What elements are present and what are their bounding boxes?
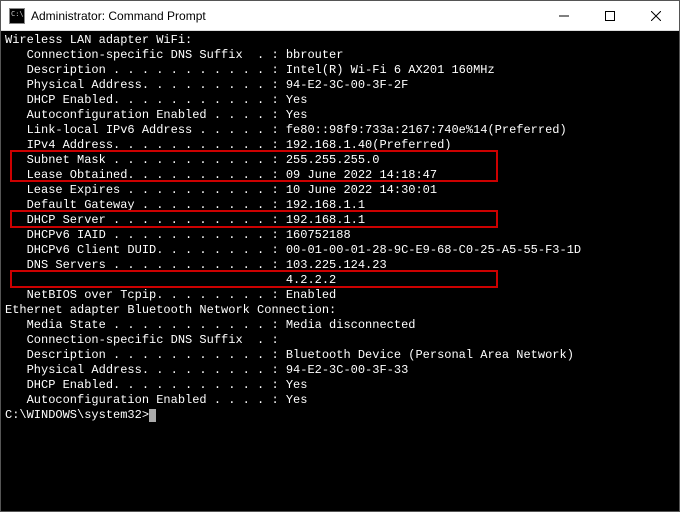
maximize-button[interactable] bbox=[587, 1, 633, 31]
terminal-line: DHCP Enabled. . . . . . . . . . . : Yes bbox=[5, 93, 675, 108]
terminal-line: Physical Address. . . . . . . . . : 94-E… bbox=[5, 363, 675, 378]
terminal-line: Link-local IPv6 Address . . . . . : fe80… bbox=[5, 123, 675, 138]
command-prompt-window: Administrator: Command Prompt Wireless L… bbox=[0, 0, 680, 512]
window-title: Administrator: Command Prompt bbox=[31, 9, 541, 23]
terminal-line: DHCPv6 IAID . . . . . . . . . . . : 1607… bbox=[5, 228, 675, 243]
terminal-line: Lease Obtained. . . . . . . . . . : 09 J… bbox=[5, 168, 675, 183]
terminal-line: IPv4 Address. . . . . . . . . . . : 192.… bbox=[5, 138, 675, 153]
cursor bbox=[149, 409, 156, 422]
terminal-output[interactable]: Wireless LAN adapter WiFi: Connection-sp… bbox=[1, 31, 679, 511]
minimize-button[interactable] bbox=[541, 1, 587, 31]
section-header: Ethernet adapter Bluetooth Network Conne… bbox=[5, 303, 675, 318]
terminal-line: Default Gateway . . . . . . . . . : 192.… bbox=[5, 198, 675, 213]
terminal-line: 4.2.2.2 bbox=[5, 273, 675, 288]
terminal-line: Autoconfiguration Enabled . . . . : Yes bbox=[5, 393, 675, 408]
prompt-text: C:\WINDOWS\system32> bbox=[5, 408, 149, 423]
terminal-line: Connection-specific DNS Suffix . : bbrou… bbox=[5, 48, 675, 63]
terminal-line: NetBIOS over Tcpip. . . . . . . . : Enab… bbox=[5, 288, 675, 303]
prompt-line[interactable]: C:\WINDOWS\system32> bbox=[5, 408, 675, 423]
section-header: Wireless LAN adapter WiFi: bbox=[5, 33, 675, 48]
terminal-line: DHCP Server . . . . . . . . . . . : 192.… bbox=[5, 213, 675, 228]
terminal-line: DNS Servers . . . . . . . . . . . : 103.… bbox=[5, 258, 675, 273]
titlebar[interactable]: Administrator: Command Prompt bbox=[1, 1, 679, 31]
terminal-line: Lease Expires . . . . . . . . . . : 10 J… bbox=[5, 183, 675, 198]
terminal-line: DHCP Enabled. . . . . . . . . . . : Yes bbox=[5, 378, 675, 393]
terminal-line: Media State . . . . . . . . . . . : Medi… bbox=[5, 318, 675, 333]
terminal-line: Subnet Mask . . . . . . . . . . . : 255.… bbox=[5, 153, 675, 168]
terminal-line: DHCPv6 Client DUID. . . . . . . . : 00-0… bbox=[5, 243, 675, 258]
cmd-icon bbox=[9, 8, 25, 24]
terminal-line: Physical Address. . . . . . . . . : 94-E… bbox=[5, 78, 675, 93]
terminal-line: Autoconfiguration Enabled . . . . : Yes bbox=[5, 108, 675, 123]
terminal-line: Description . . . . . . . . . . . : Inte… bbox=[5, 63, 675, 78]
terminal-line: Description . . . . . . . . . . . : Blue… bbox=[5, 348, 675, 363]
terminal-line: Connection-specific DNS Suffix . : bbox=[5, 333, 675, 348]
close-button[interactable] bbox=[633, 1, 679, 31]
